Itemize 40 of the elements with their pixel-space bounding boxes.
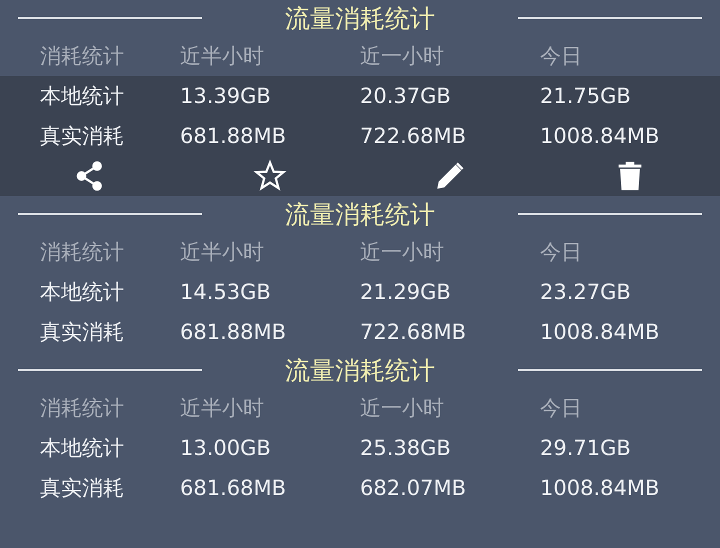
table-cell-text: 1008.84MB [540, 123, 660, 150]
table-cell-text: 722.68MB [360, 319, 468, 346]
column-header: 近一小时 [360, 239, 445, 266]
row-label: 真实消耗 [40, 475, 125, 502]
table-cell-text: 1008.84MB [540, 475, 660, 502]
column-header: 近半小时 [180, 395, 265, 422]
row-label: 真实消耗 [40, 319, 125, 346]
table-cell-text: 722.68MB [360, 123, 468, 150]
table-cell-text: 21.29GB [360, 279, 452, 306]
row-label: 本地统计 [40, 83, 125, 110]
column-header: 近一小时 [360, 395, 445, 422]
column-header: 近一小时 [360, 43, 445, 70]
column-header: 近半小时 [180, 43, 265, 70]
column-header: 今日 [540, 395, 583, 422]
star-icon[interactable] [253, 159, 287, 193]
row-label: 本地统计 [40, 435, 125, 462]
row-label: 本地统计 [40, 279, 125, 306]
column-header: 今日 [540, 43, 583, 70]
table-cell-text: 14.53GB [180, 279, 272, 306]
table-cell-text: 682.07MB [360, 475, 468, 502]
table-cell-text: 13.39GB [180, 83, 272, 110]
column-header: 消耗统计 [40, 395, 125, 422]
table-cell-text: 23.27GB [540, 279, 632, 306]
column-header: 近半小时 [180, 239, 265, 266]
row-label: 真实消耗 [40, 123, 125, 150]
card-title: 流量消耗统计 [284, 2, 436, 34]
table-cell-text: 1008.84MB [540, 319, 660, 346]
table-cell-text: 681.88MB [180, 319, 288, 346]
table-cell-text: 681.88MB [180, 123, 288, 150]
table-cell-text: 681.68MB [180, 475, 288, 502]
table-cell-text: 29.71GB [540, 435, 632, 462]
table-cell-text: 21.75GB [540, 83, 632, 110]
column-header: 消耗统计 [40, 239, 125, 266]
card-title: 流量消耗统计 [284, 354, 436, 386]
table-cell-text: 13.00GB [180, 435, 272, 462]
table-cell-text: 20.37GB [360, 83, 452, 110]
column-header: 今日 [540, 239, 583, 266]
card-title: 流量消耗统计 [284, 198, 436, 230]
table-cell-text: 25.38GB [360, 435, 452, 462]
column-header: 消耗统计 [40, 43, 125, 70]
